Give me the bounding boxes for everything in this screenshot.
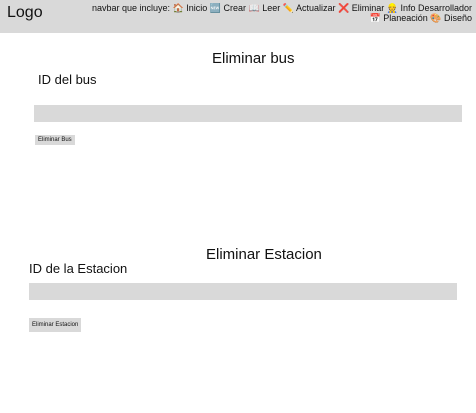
nav-link-inicio[interactable]: 🏠 Inicio xyxy=(173,3,208,13)
delete-bus-button[interactable]: Eliminar Bus xyxy=(35,135,75,145)
nav-link-leer[interactable]: 📖 Leer xyxy=(249,3,281,13)
nav-link-actualizar[interactable]: ✏️ Actualizar xyxy=(283,3,336,13)
station-id-label: ID de la Estacion xyxy=(29,261,128,276)
bus-id-label: ID del bus xyxy=(38,72,97,87)
navbar-prefix: navbar que incluye: xyxy=(91,3,171,13)
station-id-input[interactable] xyxy=(29,283,457,300)
nav-link-eliminar[interactable]: ❌ Eliminar xyxy=(338,3,384,13)
navbar: Logo navbar que incluye: 🏠 Inicio 🆕 Crea… xyxy=(0,0,476,33)
nav-links: navbar que incluye: 🏠 Inicio 🆕 Crear 📖 L… xyxy=(82,3,472,23)
nav-link-info-desarrollador[interactable]: 👷 Info Desarrollador xyxy=(387,3,472,13)
nav-link-diseno[interactable]: 🎨 Diseño xyxy=(430,13,472,23)
delete-bus-title: Eliminar bus xyxy=(212,50,295,67)
bus-id-input[interactable] xyxy=(34,105,462,122)
delete-station-button[interactable]: Eliminar Estacion xyxy=(29,318,82,332)
delete-station-title: Eliminar Estacion xyxy=(206,246,322,263)
nav-link-planeacion[interactable]: 📅 Planeación xyxy=(370,13,428,23)
nav-link-crear[interactable]: 🆕 Crear xyxy=(210,3,246,13)
logo: Logo xyxy=(7,4,43,21)
